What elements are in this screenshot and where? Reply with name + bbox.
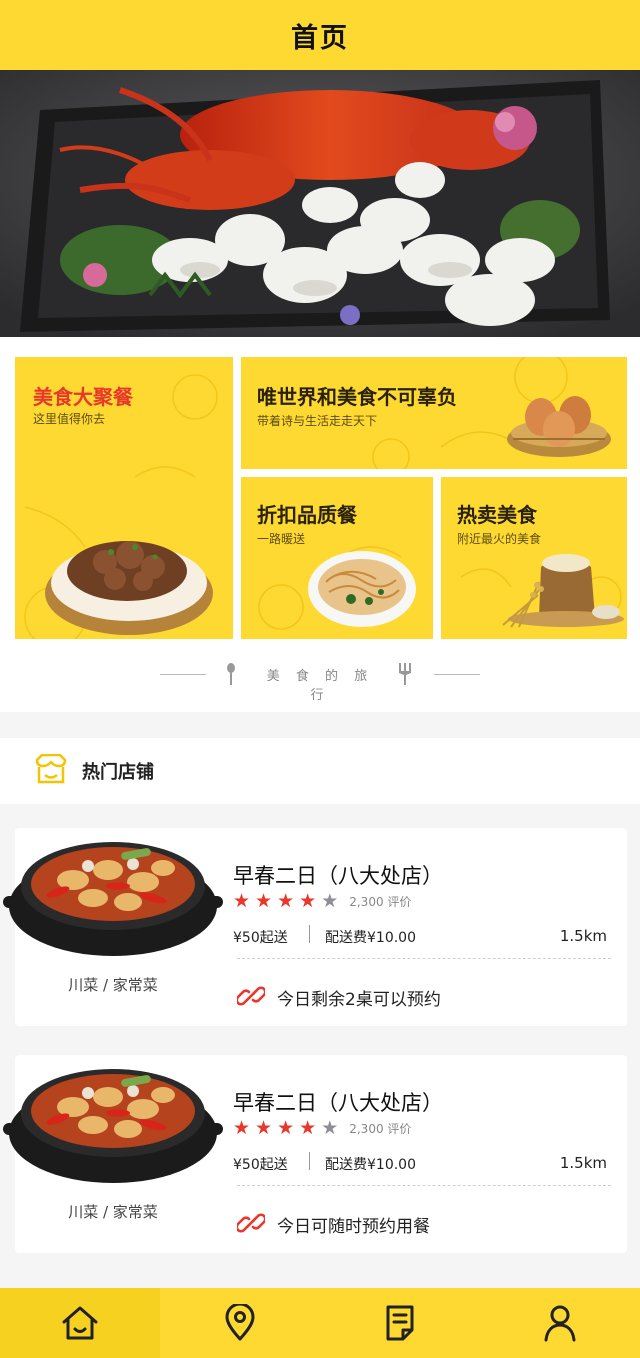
spoon-icon xyxy=(227,663,235,685)
star-icon: ★ xyxy=(299,890,317,912)
divider-line xyxy=(160,674,206,675)
distance: 1.5km xyxy=(559,1154,607,1172)
fork-icon xyxy=(399,663,411,685)
tab-home[interactable] xyxy=(0,1288,160,1358)
banner-image[interactable] xyxy=(0,70,640,337)
location-icon xyxy=(225,1304,255,1341)
delivery-fee: 配送费¥10.00 xyxy=(325,930,416,946)
tab-orders[interactable] xyxy=(320,1288,480,1358)
promo-section: 美食大聚餐 这里值得你去 唯世界和美食不可辜负 带着诗与生活走走天下 折扣品质餐… xyxy=(0,337,640,712)
claypot-dish-image xyxy=(3,842,223,956)
star-icon: ★ xyxy=(233,1117,251,1139)
star-icon: ★ xyxy=(233,890,251,912)
star-icon: ★ xyxy=(277,1117,295,1139)
star-icon: ★ xyxy=(321,1117,339,1139)
bottom-tab-bar xyxy=(0,1288,640,1358)
review-count: 2,300 评价 xyxy=(349,894,412,909)
lobster-platter-image xyxy=(0,70,640,337)
min-order: ¥50起送 xyxy=(233,930,288,946)
card-title: 热卖美食 xyxy=(457,503,537,527)
star-icon: ★ xyxy=(299,1117,317,1139)
card-subtitle: 一路暖送 xyxy=(257,532,306,546)
min-order: ¥50起送 xyxy=(233,1157,288,1173)
rating-stars: ★ ★ ★ ★ ★ 2,300 评价 xyxy=(233,1118,411,1138)
link-icon xyxy=(237,1213,265,1233)
rating-stars: ★ ★ ★ ★ ★ 2,300 评价 xyxy=(233,891,411,911)
reservation-note: 今日可随时预约用餐 xyxy=(277,1217,430,1237)
shop-card[interactable]: 川菜 / 家常菜 早春二日（八大处店） ★ ★ ★ ★ ★ 2,300 评价 ¥… xyxy=(3,828,627,1026)
hot-shops-header: 热门店铺 xyxy=(0,738,640,804)
card-subtitle: 附近最火的美食 xyxy=(457,532,542,546)
top-bar: 首页 xyxy=(0,0,640,70)
link-icon xyxy=(237,986,265,1006)
distance: 1.5km xyxy=(559,927,607,945)
promo-card-hot-sale[interactable]: 热卖美食 附近最火的美食 xyxy=(441,477,627,639)
review-count: 2,300 评价 xyxy=(349,1121,412,1136)
card-title: 折扣品质餐 xyxy=(257,503,357,527)
tab-location[interactable] xyxy=(160,1288,320,1358)
dashed-divider xyxy=(237,958,611,959)
shop-icon xyxy=(35,754,67,784)
promo-card-feast[interactable]: 美食大聚餐 这里值得你去 xyxy=(15,357,233,639)
shop-category: 川菜 / 家常菜 xyxy=(68,1203,158,1221)
shop-category: 川菜 / 家常菜 xyxy=(68,976,158,994)
promo-card-discount[interactable]: 折扣品质餐 一路暖送 xyxy=(241,477,433,639)
promo-card-world-food[interactable]: 唯世界和美食不可辜负 带着诗与生活走走天下 xyxy=(241,357,627,469)
divider-text: 美 食 的 旅 行 xyxy=(266,669,374,703)
user-icon xyxy=(544,1305,576,1342)
shop-name[interactable]: 早春二日（八大处店） xyxy=(233,1087,443,1117)
tab-profile[interactable] xyxy=(480,1288,640,1358)
section-title: 热门店铺 xyxy=(82,762,154,783)
card-title: 唯世界和美食不可辜负 xyxy=(257,385,457,409)
shop-name[interactable]: 早春二日（八大处店） xyxy=(233,860,443,890)
claypot-dish-image xyxy=(3,1069,223,1183)
separator xyxy=(309,925,310,943)
star-icon: ★ xyxy=(255,890,273,912)
star-icon: ★ xyxy=(321,890,339,912)
page-title: 首页 xyxy=(291,22,349,54)
order-icon xyxy=(386,1305,414,1341)
star-icon: ★ xyxy=(277,890,295,912)
dashed-divider xyxy=(237,1185,611,1186)
star-icon: ★ xyxy=(255,1117,273,1139)
separator xyxy=(309,1152,310,1170)
card-title: 美食大聚餐 xyxy=(33,385,133,409)
reservation-note: 今日剩余2桌可以预约 xyxy=(277,990,441,1010)
section-divider: 美 食 的 旅 行 xyxy=(0,659,640,703)
home-icon xyxy=(62,1306,98,1340)
card-subtitle: 带着诗与生活走走天下 xyxy=(257,414,378,428)
card-subtitle: 这里值得你去 xyxy=(33,412,106,426)
divider-line xyxy=(434,674,480,675)
shop-card[interactable]: 川菜 / 家常菜 早春二日（八大处店） ★ ★ ★ ★ ★ 2,300 评价 ¥… xyxy=(3,1055,627,1253)
delivery-fee: 配送费¥10.00 xyxy=(325,1157,416,1173)
